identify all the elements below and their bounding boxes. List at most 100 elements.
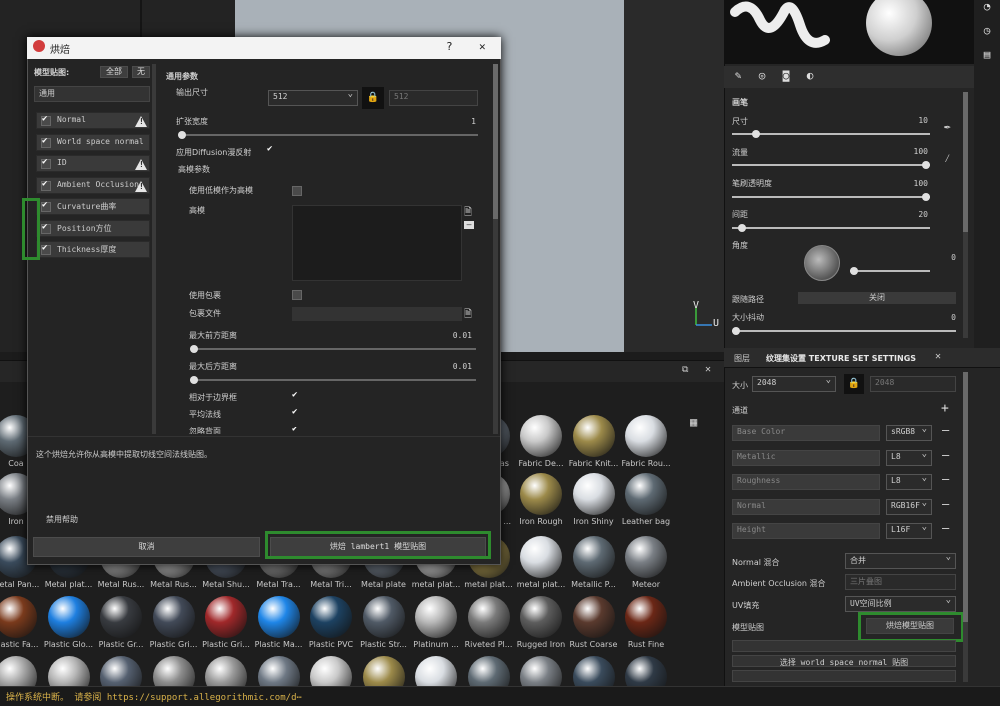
channel-format-select[interactable]: sRGB8	[886, 424, 932, 441]
stroke-opacity-value[interactable]: 100	[880, 179, 928, 188]
dialog-titlebar[interactable]: 烘焙 ? ✕	[27, 37, 501, 59]
slider-knob[interactable]	[737, 224, 746, 232]
params-scrollbar[interactable]	[493, 64, 498, 434]
max-rear-value[interactable]: 0.01	[400, 362, 472, 371]
history-icon[interactable]: ◷	[980, 24, 994, 38]
bake-map-item[interactable]: World space normal	[36, 133, 150, 151]
brush-size-value[interactable]: 10	[880, 116, 928, 125]
channel-name[interactable]: Roughness	[732, 474, 880, 490]
grid-view-icon[interactable]: ▦	[690, 415, 697, 429]
2d-viewport[interactable]	[624, 0, 724, 352]
cage-file-field[interactable]	[292, 307, 462, 321]
uv-padding-select[interactable]: UV空间比例	[845, 595, 956, 612]
bake-map-checkbox[interactable]	[41, 200, 51, 212]
slider-knob[interactable]	[922, 161, 930, 169]
bake-map-item[interactable]: Ambient Occlusion	[36, 176, 150, 194]
channel-name[interactable]: Base Color	[732, 425, 880, 441]
material-thumbnail[interactable]: Iron Rough	[515, 473, 567, 526]
lock-icon[interactable]: 🔒	[844, 374, 864, 394]
material-thumbnail[interactable]: Rust Fine	[620, 596, 672, 649]
select-none-button[interactable]: 无	[132, 66, 150, 78]
remove-icon[interactable]: –	[464, 221, 474, 229]
material-thumbnail[interactable]: Fabric De...	[515, 415, 567, 468]
bake-map-checkbox[interactable]	[41, 179, 51, 191]
material-thumbnail[interactable]: Plastic Gr...	[95, 596, 147, 649]
remove-channel-icon[interactable]: –	[942, 521, 949, 535]
material-thumbnail[interactable]: Iron Shiny	[568, 473, 620, 526]
material-thumbnail[interactable]: Plastic PVC	[305, 596, 357, 649]
spacing-value[interactable]: 20	[880, 210, 928, 219]
material-thumbnail[interactable]: Plastic Gri...	[200, 596, 252, 649]
left-scrollbar[interactable]	[152, 64, 156, 434]
material-thumbnail[interactable]: Metallic P...	[568, 536, 620, 589]
display-settings-icon[interactable]: ◔	[980, 0, 994, 14]
material-thumbnail[interactable]: Rugged Iron	[515, 596, 567, 649]
material-thumbnail[interactable]: Riveted Pl...	[463, 596, 515, 649]
slider-knob[interactable]	[922, 193, 930, 201]
material-thumbnail[interactable]: Rust Coarse	[568, 596, 620, 649]
section-common-params[interactable]: 通用参数	[166, 71, 198, 82]
channel-name[interactable]: Height	[732, 523, 880, 539]
channel-name[interactable]: Normal	[732, 498, 880, 515]
cancel-button[interactable]: 取消	[33, 537, 260, 557]
tab-stencil-icon[interactable]: ◙	[776, 69, 796, 85]
mesh-map-slot-2[interactable]	[732, 670, 956, 682]
diffusion-checkbox[interactable]	[267, 144, 277, 157]
remove-channel-icon[interactable]: –	[942, 448, 949, 462]
lock-icon[interactable]: 🔒	[362, 87, 384, 109]
slider-knob[interactable]	[850, 267, 858, 275]
tab-texture-set-settings[interactable]: 纹理集设置 TEXTURE SET SETTINGS	[766, 353, 916, 364]
close-icon[interactable]: ✕	[705, 364, 711, 375]
restore-icon[interactable]: ⧉	[682, 365, 688, 375]
common-params-item[interactable]: 通用	[34, 86, 150, 102]
pen-pressure-icon[interactable]: ✒	[944, 120, 951, 133]
stroke-opacity-slider[interactable]	[732, 193, 930, 201]
dilation-value[interactable]: 1	[420, 117, 476, 126]
flow-pressure-icon[interactable]: ⁄	[944, 152, 951, 166]
brush-flow-slider[interactable]	[732, 161, 930, 169]
highpoly-mesh-list[interactable]	[292, 205, 462, 281]
normal-mix-select[interactable]: 合并	[845, 552, 956, 569]
tab-alpha-icon[interactable]: ◎	[752, 69, 772, 85]
slider-knob[interactable]	[178, 131, 186, 139]
texset-scrollbar[interactable]	[963, 372, 968, 682]
ignore-backface-checkbox[interactable]	[292, 427, 302, 434]
slider-knob[interactable]	[190, 376, 198, 384]
size-jitter-slider[interactable]	[732, 327, 956, 335]
average-normals-checkbox[interactable]	[292, 407, 302, 420]
bake-map-item[interactable]: Position方位	[36, 219, 150, 237]
bake-map-checkbox[interactable]	[41, 114, 51, 126]
bake-map-checkbox[interactable]	[41, 157, 51, 169]
material-thumbnail[interactable]: Plastic Ma...	[253, 596, 305, 649]
select-all-button[interactable]: 全部	[100, 66, 128, 78]
log-icon[interactable]: ▤	[980, 48, 994, 62]
size-jitter-value[interactable]: 0	[900, 313, 956, 322]
material-thumbnail[interactable]: Platinum ...	[410, 596, 462, 649]
channel-format-select[interactable]: L8	[886, 473, 932, 490]
angle-slider[interactable]	[850, 267, 930, 275]
material-thumbnail[interactable]: Meteor	[620, 536, 672, 589]
bake-map-item[interactable]: ID	[36, 155, 150, 172]
tab-brush-icon[interactable]: ✎	[728, 69, 748, 85]
mesh-map-slot[interactable]	[732, 640, 956, 652]
max-rear-slider[interactable]	[190, 376, 476, 384]
angle-value[interactable]: 0	[900, 253, 956, 262]
select-mesh-map[interactable]: 选择 world space normal 贴图	[732, 655, 956, 667]
help-icon[interactable]: ?	[446, 40, 453, 53]
slider-knob[interactable]	[751, 130, 760, 138]
use-lowpoly-checkbox[interactable]	[292, 186, 302, 196]
bake-map-checkbox[interactable]	[41, 136, 51, 148]
channel-format-select[interactable]: L8	[886, 449, 932, 466]
follow-path-toggle[interactable]: 关闭	[798, 292, 956, 304]
channel-format-select[interactable]: RGB16F	[886, 498, 932, 515]
bake-map-checkbox[interactable]	[41, 243, 51, 255]
slider-knob[interactable]	[190, 345, 198, 353]
material-thumbnail[interactable]: Plastic Fa...	[0, 596, 42, 649]
dilation-slider[interactable]	[178, 131, 478, 139]
bake-map-item[interactable]: Curvature曲率	[36, 198, 150, 215]
add-channel-icon[interactable]: +	[941, 401, 949, 416]
close-tab-icon[interactable]: ✕	[935, 351, 941, 362]
material-thumbnail[interactable]: Plastic Str...	[358, 596, 410, 649]
remove-channel-icon[interactable]: –	[942, 497, 949, 511]
ts-size-select[interactable]: 2048	[752, 375, 836, 392]
